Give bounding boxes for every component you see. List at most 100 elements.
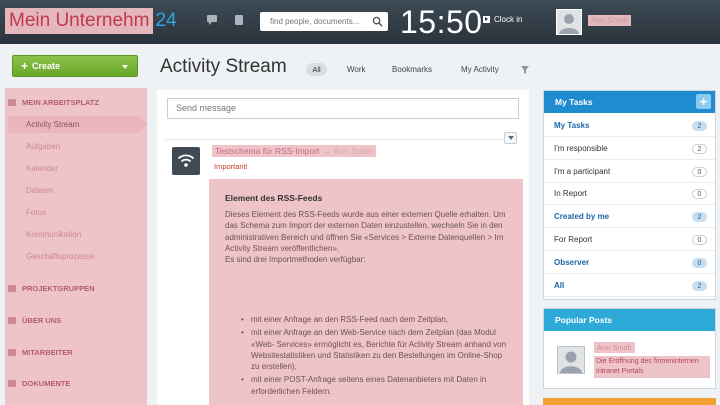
import-methods-list: mit einer Anfrage an den RSS-Feed nach d…	[225, 314, 509, 399]
post-title[interactable]: Testschema für RSS-Import → Ann Smith	[212, 145, 377, 157]
section-mitarbeiter[interactable]: MITARBEITER	[8, 348, 73, 357]
divider	[165, 139, 503, 140]
section-label: PROJEKTGRUPPEN	[22, 284, 95, 293]
clock-in-button[interactable]: Clock in	[483, 15, 522, 24]
task-row[interactable]: Created by me 2	[544, 206, 715, 229]
group-icon	[8, 285, 16, 292]
clock-time: 15:50	[400, 4, 483, 40]
search-input[interactable]	[260, 12, 366, 31]
task-row-label: My Tasks	[554, 121, 590, 130]
add-task-button[interactable]: +	[696, 94, 711, 109]
arrow-icon: →	[322, 146, 331, 156]
clock-in-icon	[483, 16, 490, 23]
task-count-badge: 2	[692, 212, 707, 223]
section-projektgruppen[interactable]: PROJEKTGRUPPEN	[8, 284, 95, 293]
filter-bookmarks[interactable]: Bookmarks	[392, 65, 432, 74]
task-count-badge: 2	[692, 121, 707, 131]
create-label: Create	[32, 61, 61, 71]
user-icon	[560, 351, 582, 373]
tasks-header: My Tasks +	[544, 91, 715, 113]
my-tasks-panel: My Tasks + My Tasks 2 I'm responsible 2 I'm …	[543, 90, 716, 300]
task-row-label: All	[554, 280, 565, 290]
task-row-label: I'm responsible	[554, 143, 608, 153]
logo[interactable]: Mein Unternehm 24	[5, 8, 177, 34]
sidebar-item-fotos[interactable]: Fotos	[26, 208, 46, 217]
section-mein-arbeitsplatz[interactable]: MEIN ARBEITSPLATZ	[8, 98, 99, 107]
filter-funnel-icon[interactable]	[521, 66, 529, 74]
left-sidebar	[5, 88, 147, 405]
popular-post-author[interactable]: Ann Smith	[594, 342, 635, 353]
activity-feed: Send message Testschema für RSS-Import → A…	[157, 90, 529, 405]
popular-posts-header: Popular Posts	[544, 309, 715, 331]
task-row[interactable]: For Report 0	[544, 229, 715, 251]
tasks-title: My Tasks	[555, 97, 593, 107]
task-count-badge: 0	[692, 189, 707, 200]
create-button[interactable]: + Create	[12, 55, 138, 77]
expand-button[interactable]	[504, 132, 517, 144]
plus-icon: +	[21, 59, 29, 73]
message-icon[interactable]	[207, 15, 218, 25]
search-icon[interactable]	[372, 16, 383, 27]
sidebar-item-activity-stream[interactable]: Activity Stream	[26, 120, 79, 129]
logo-text: Mein Unternehm	[5, 8, 154, 34]
notification-icon[interactable]	[234, 15, 245, 25]
task-row-label: In Report	[554, 189, 587, 199]
task-count-badge: 0	[692, 235, 707, 245]
task-count-badge: 2	[692, 280, 707, 291]
home-icon	[8, 99, 16, 106]
post-paragraph-text: Dieses Element des RSS-Feeds wurde aus e…	[225, 210, 506, 253]
avatar[interactable]	[556, 9, 582, 35]
task-row[interactable]: I'm a participant 0	[544, 161, 715, 183]
send-message-input[interactable]: Send message	[167, 98, 519, 119]
post-paragraph: Dieses Element des RSS-Feeds wurde aus e…	[225, 209, 509, 265]
people-icon	[8, 349, 16, 356]
task-row[interactable]: My Tasks 2	[544, 115, 715, 137]
user-name[interactable]: Ann Smith	[588, 15, 631, 26]
post-recipient[interactable]: Ann Smith	[334, 146, 373, 156]
sidebar-item-aufgaben[interactable]: Aufgaben	[26, 142, 60, 151]
task-row[interactable]: I'm responsible 2	[544, 138, 715, 160]
task-row-label: I'm a participant	[554, 166, 611, 176]
section-label: ÜBER UNS	[22, 316, 62, 325]
task-row[interactable]: Observer 0	[544, 252, 715, 274]
post-heading: Element des RSS-Feeds	[225, 193, 323, 203]
task-row[interactable]: In Report 0	[544, 183, 715, 206]
task-count-badge: 0	[692, 166, 707, 177]
section-label: MEIN ARBEITSPLATZ	[22, 98, 100, 107]
clock-in-label: Clock in	[494, 15, 523, 24]
list-item: mit einer Anfrage an den RSS-Feed nach d…	[225, 314, 509, 326]
post-body: Element des RSS-Feeds Dieses Element des…	[209, 179, 523, 405]
section-label: DOKUMENTE	[22, 379, 71, 388]
user-icon	[559, 14, 579, 34]
task-count-badge: 2	[692, 143, 707, 154]
page-title: Activity Stream	[160, 56, 287, 77]
sidebar-item-geschaeftsprozesse[interactable]: Geschäftsprozesse	[26, 252, 94, 261]
list-item: mit einer Anfrage an den Web-Service nac…	[225, 327, 509, 372]
logo-number: 24	[155, 10, 177, 31]
search-box	[260, 12, 388, 31]
avatar[interactable]	[557, 346, 585, 374]
post-intro-text: Es sind drei Importmethoden verfügbar:	[225, 255, 366, 265]
section-ueber-uns[interactable]: ÜBER UNS	[8, 316, 61, 325]
chevron-down-icon	[122, 65, 128, 69]
filter-my-activity[interactable]: My Activity	[461, 65, 499, 74]
documents-icon	[8, 380, 16, 387]
section-label: MITARBEITER	[22, 348, 73, 357]
sidebar-item-kommunikation[interactable]: Kommunikation	[26, 230, 81, 239]
task-row-label: Created by me	[554, 212, 610, 222]
rss-icon	[172, 147, 200, 175]
popular-posts-panel: Popular Posts Ann Smith Die Eröffnung de…	[543, 308, 716, 389]
task-row-label: For Report	[554, 235, 593, 244]
house-icon	[8, 317, 16, 324]
sidebar-item-dateien[interactable]: Dateien	[26, 186, 54, 195]
filter-all[interactable]: All	[306, 63, 327, 76]
task-row-label: Observer	[554, 257, 590, 267]
filter-work[interactable]: Work	[347, 65, 366, 74]
sidebar-item-kalender[interactable]: Kalender	[26, 164, 58, 173]
post-title-text[interactable]: Testschema für RSS-Import	[215, 146, 319, 156]
task-row[interactable]: All 2	[544, 275, 715, 297]
task-count-badge: 0	[692, 257, 707, 268]
popular-post-title[interactable]: Die Eröffnung des firmeninternen Intrane…	[594, 356, 710, 378]
list-item: mit einer POST-Anfrage seitens eines Dat…	[225, 374, 509, 397]
section-dokumente[interactable]: DOKUMENTE	[8, 379, 70, 388]
